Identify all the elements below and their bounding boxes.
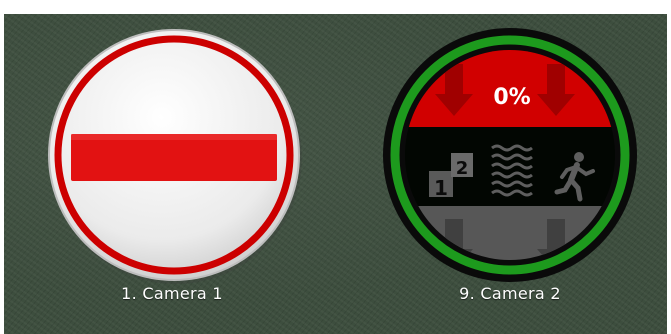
camera-tile-1[interactable]: 1. Camera 1 [48, 14, 302, 334]
camera-label: 1. Camera 1 [121, 284, 223, 303]
camera-panel: 1. Camera 1 1 2 0% 9. Camera 2 [4, 14, 667, 334]
camera-tile-2[interactable]: 1 2 0% 9. Camera 2 [383, 14, 637, 334]
no-entry-icon [48, 29, 302, 284]
svg-text:1: 1 [434, 176, 448, 200]
camera-status-dial: 1 2 0% [383, 28, 637, 282]
camera-label: 9. Camera 2 [459, 284, 561, 303]
percent-label: 0% [493, 85, 530, 110]
svg-text:2: 2 [456, 158, 469, 179]
